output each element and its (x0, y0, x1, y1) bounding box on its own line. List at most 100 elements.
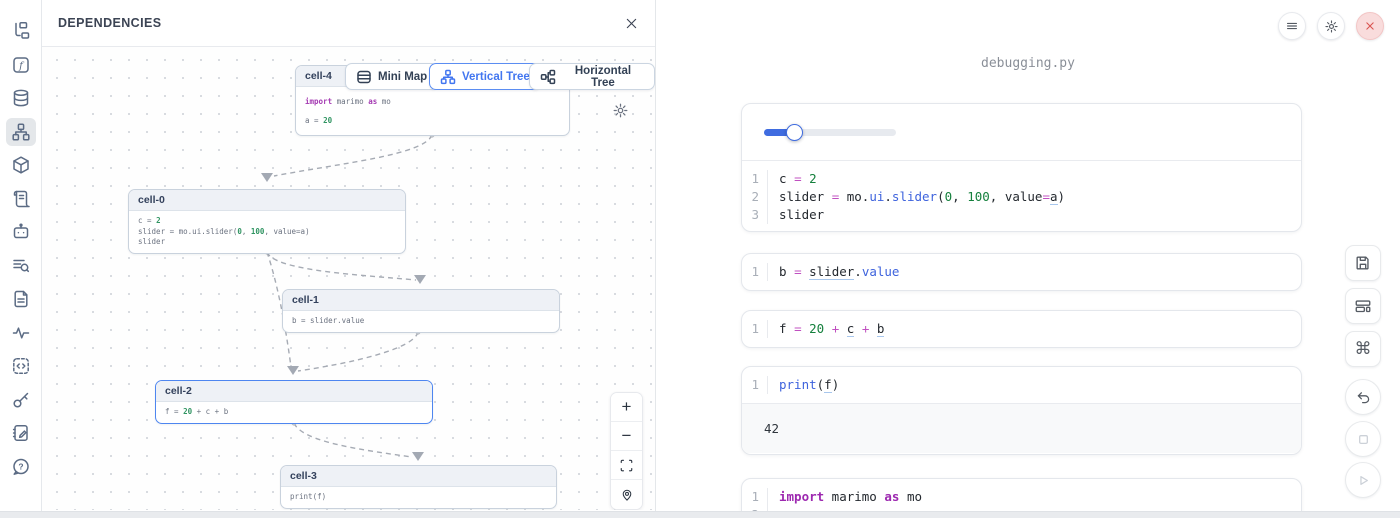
sidebar-item-tracing[interactable] (6, 319, 36, 347)
zoom-out-button[interactable]: − (611, 422, 642, 451)
vertical-tree-button[interactable]: Vertical Tree (429, 63, 541, 90)
bot-chat-icon (11, 222, 31, 242)
x-icon (624, 16, 639, 31)
map-pin-icon (620, 488, 634, 502)
zoom-in-button[interactable]: + (611, 393, 642, 422)
dependency-graph-canvas[interactable]: cell-4import marimo as moa = 20cell-0c =… (42, 47, 655, 510)
menu-icon (1284, 18, 1300, 34)
org-chart-icon (11, 122, 31, 142)
graph-node-title: cell-0 (129, 190, 405, 211)
stop-icon (1355, 431, 1372, 448)
fit-view-icon (619, 458, 634, 473)
graph-node-code: b = slider.value (283, 311, 559, 332)
sidebar-item-variables[interactable]: f (6, 51, 36, 79)
document-icon (11, 289, 31, 309)
sidebar-item-chat[interactable] (6, 218, 36, 246)
sidebar-item-dependencies[interactable] (6, 118, 36, 146)
undo-button[interactable] (1345, 379, 1381, 415)
sidebar-item-snippets[interactable] (6, 352, 36, 380)
stop-button[interactable] (1345, 421, 1381, 457)
panel-title: DEPENDENCIES (58, 16, 161, 30)
graph-node-cell-1[interactable]: cell-1b = slider.value (282, 289, 560, 333)
sidebar-item-secrets[interactable] (6, 386, 36, 414)
close-icon (1363, 19, 1377, 33)
gear-icon (612, 102, 638, 119)
graph-node-code: c = 2slider = mo.ui.slider(0, 100, value… (129, 211, 405, 253)
menu-button[interactable] (1278, 12, 1306, 40)
gear-icon (1324, 19, 1339, 34)
command-palette-button[interactable]: ⌘ (1345, 331, 1381, 367)
panel-close-button[interactable] (624, 16, 639, 31)
undo-icon (1355, 389, 1372, 406)
graph-node-cell-0[interactable]: cell-0c = 2slider = mo.ui.slider(0, 100,… (128, 189, 406, 254)
code-editor[interactable]: 1b = slider.value (742, 254, 1301, 290)
horizontal-tree-icon (540, 69, 556, 85)
sidebar-item-help[interactable]: ? (6, 453, 36, 481)
graph-node-code: print(f) (281, 487, 556, 508)
settings-button[interactable] (1317, 12, 1345, 40)
cell-output-slider (742, 104, 1301, 161)
sidebar-item-scratchpad[interactable] (6, 419, 36, 447)
list-search-icon (11, 256, 31, 276)
sidebar-item-files[interactable] (6, 285, 36, 313)
vertical-tree-icon (440, 69, 456, 85)
graph-node-code: f = 20 + c + b (156, 402, 432, 423)
graph-node-cell-3[interactable]: cell-3print(f) (280, 465, 557, 509)
key-icon (11, 390, 31, 410)
graph-node-cell-2[interactable]: cell-2f = 20 + c + b (155, 380, 433, 424)
run-button[interactable] (1345, 462, 1381, 498)
scroll-icon (11, 189, 31, 209)
center-view-button[interactable] (611, 480, 642, 509)
code-editor[interactable]: 1print(f) (742, 367, 1301, 403)
code-cell: 1b = slider.value (741, 253, 1302, 291)
cell-output: 42 (742, 403, 1301, 453)
function-square-icon: f (11, 55, 31, 75)
marimo-app: f ? DEPENDENCIES (0, 0, 1400, 518)
file-tree-icon (11, 21, 31, 41)
save-icon (1354, 254, 1372, 272)
graph-node-title: cell-2 (156, 381, 432, 402)
dependencies-panel: DEPENDENCIES (42, 0, 656, 518)
code-cell: 1c = 22slider = mo.ui.slider(0, 100, val… (741, 103, 1302, 232)
svg-text:?: ? (18, 461, 23, 471)
help-bubble-icon: ? (11, 457, 31, 477)
layout-button[interactable] (1345, 288, 1381, 324)
layout-icon (1354, 297, 1372, 315)
svg-text:f: f (18, 60, 25, 71)
code-block-icon (11, 356, 31, 376)
play-icon (1355, 472, 1372, 489)
notebook-editor: debugging.py 1c = 22slider = mo.ui.slide… (656, 0, 1400, 518)
graph-node-code: import marimo as moa = 20 (296, 87, 569, 135)
rows-icon (356, 69, 372, 85)
activity-icon (11, 323, 31, 343)
code-editor[interactable]: 1c = 22slider = mo.ui.slider(0, 100, val… (742, 161, 1301, 232)
graph-node-title: cell-3 (281, 466, 556, 487)
sidebar-item-explorer[interactable] (6, 17, 36, 45)
notepad-icon (11, 423, 31, 443)
sidebar-item-documentation[interactable] (6, 185, 36, 213)
database-icon (11, 88, 31, 108)
code-cell: 1print(f) 42 (741, 366, 1302, 455)
graph-settings-button[interactable] (612, 97, 638, 123)
mini-map-button[interactable]: Mini Map (345, 63, 438, 90)
slider-thumb[interactable] (786, 124, 803, 141)
sidebar-item-datasets[interactable] (6, 84, 36, 112)
dependencies-panel-header: DEPENDENCIES (42, 0, 655, 47)
command-icon: ⌘ (1355, 339, 1372, 359)
fit-view-button[interactable] (611, 451, 642, 480)
save-button[interactable] (1345, 245, 1381, 281)
horizontal-scrollbar[interactable] (0, 511, 1400, 518)
shutdown-button[interactable] (1356, 12, 1384, 40)
graph-node-title: cell-1 (283, 290, 559, 311)
slider-track[interactable] (764, 129, 896, 136)
code-editor[interactable]: 1f = 20 + c + b (742, 311, 1301, 347)
horizontal-tree-button[interactable]: Horizontal Tree (529, 63, 655, 90)
code-cell: 1f = 20 + c + b (741, 310, 1302, 348)
helper-panel-sidebar: f ? (0, 0, 42, 518)
graph-zoom-controls: + − (610, 392, 643, 510)
sidebar-item-logs[interactable] (6, 252, 36, 280)
slider-widget[interactable] (764, 129, 896, 136)
notebook-filename: debugging.py (656, 56, 1400, 71)
sidebar-item-packages[interactable] (6, 151, 36, 179)
package-cube-icon (11, 155, 31, 175)
